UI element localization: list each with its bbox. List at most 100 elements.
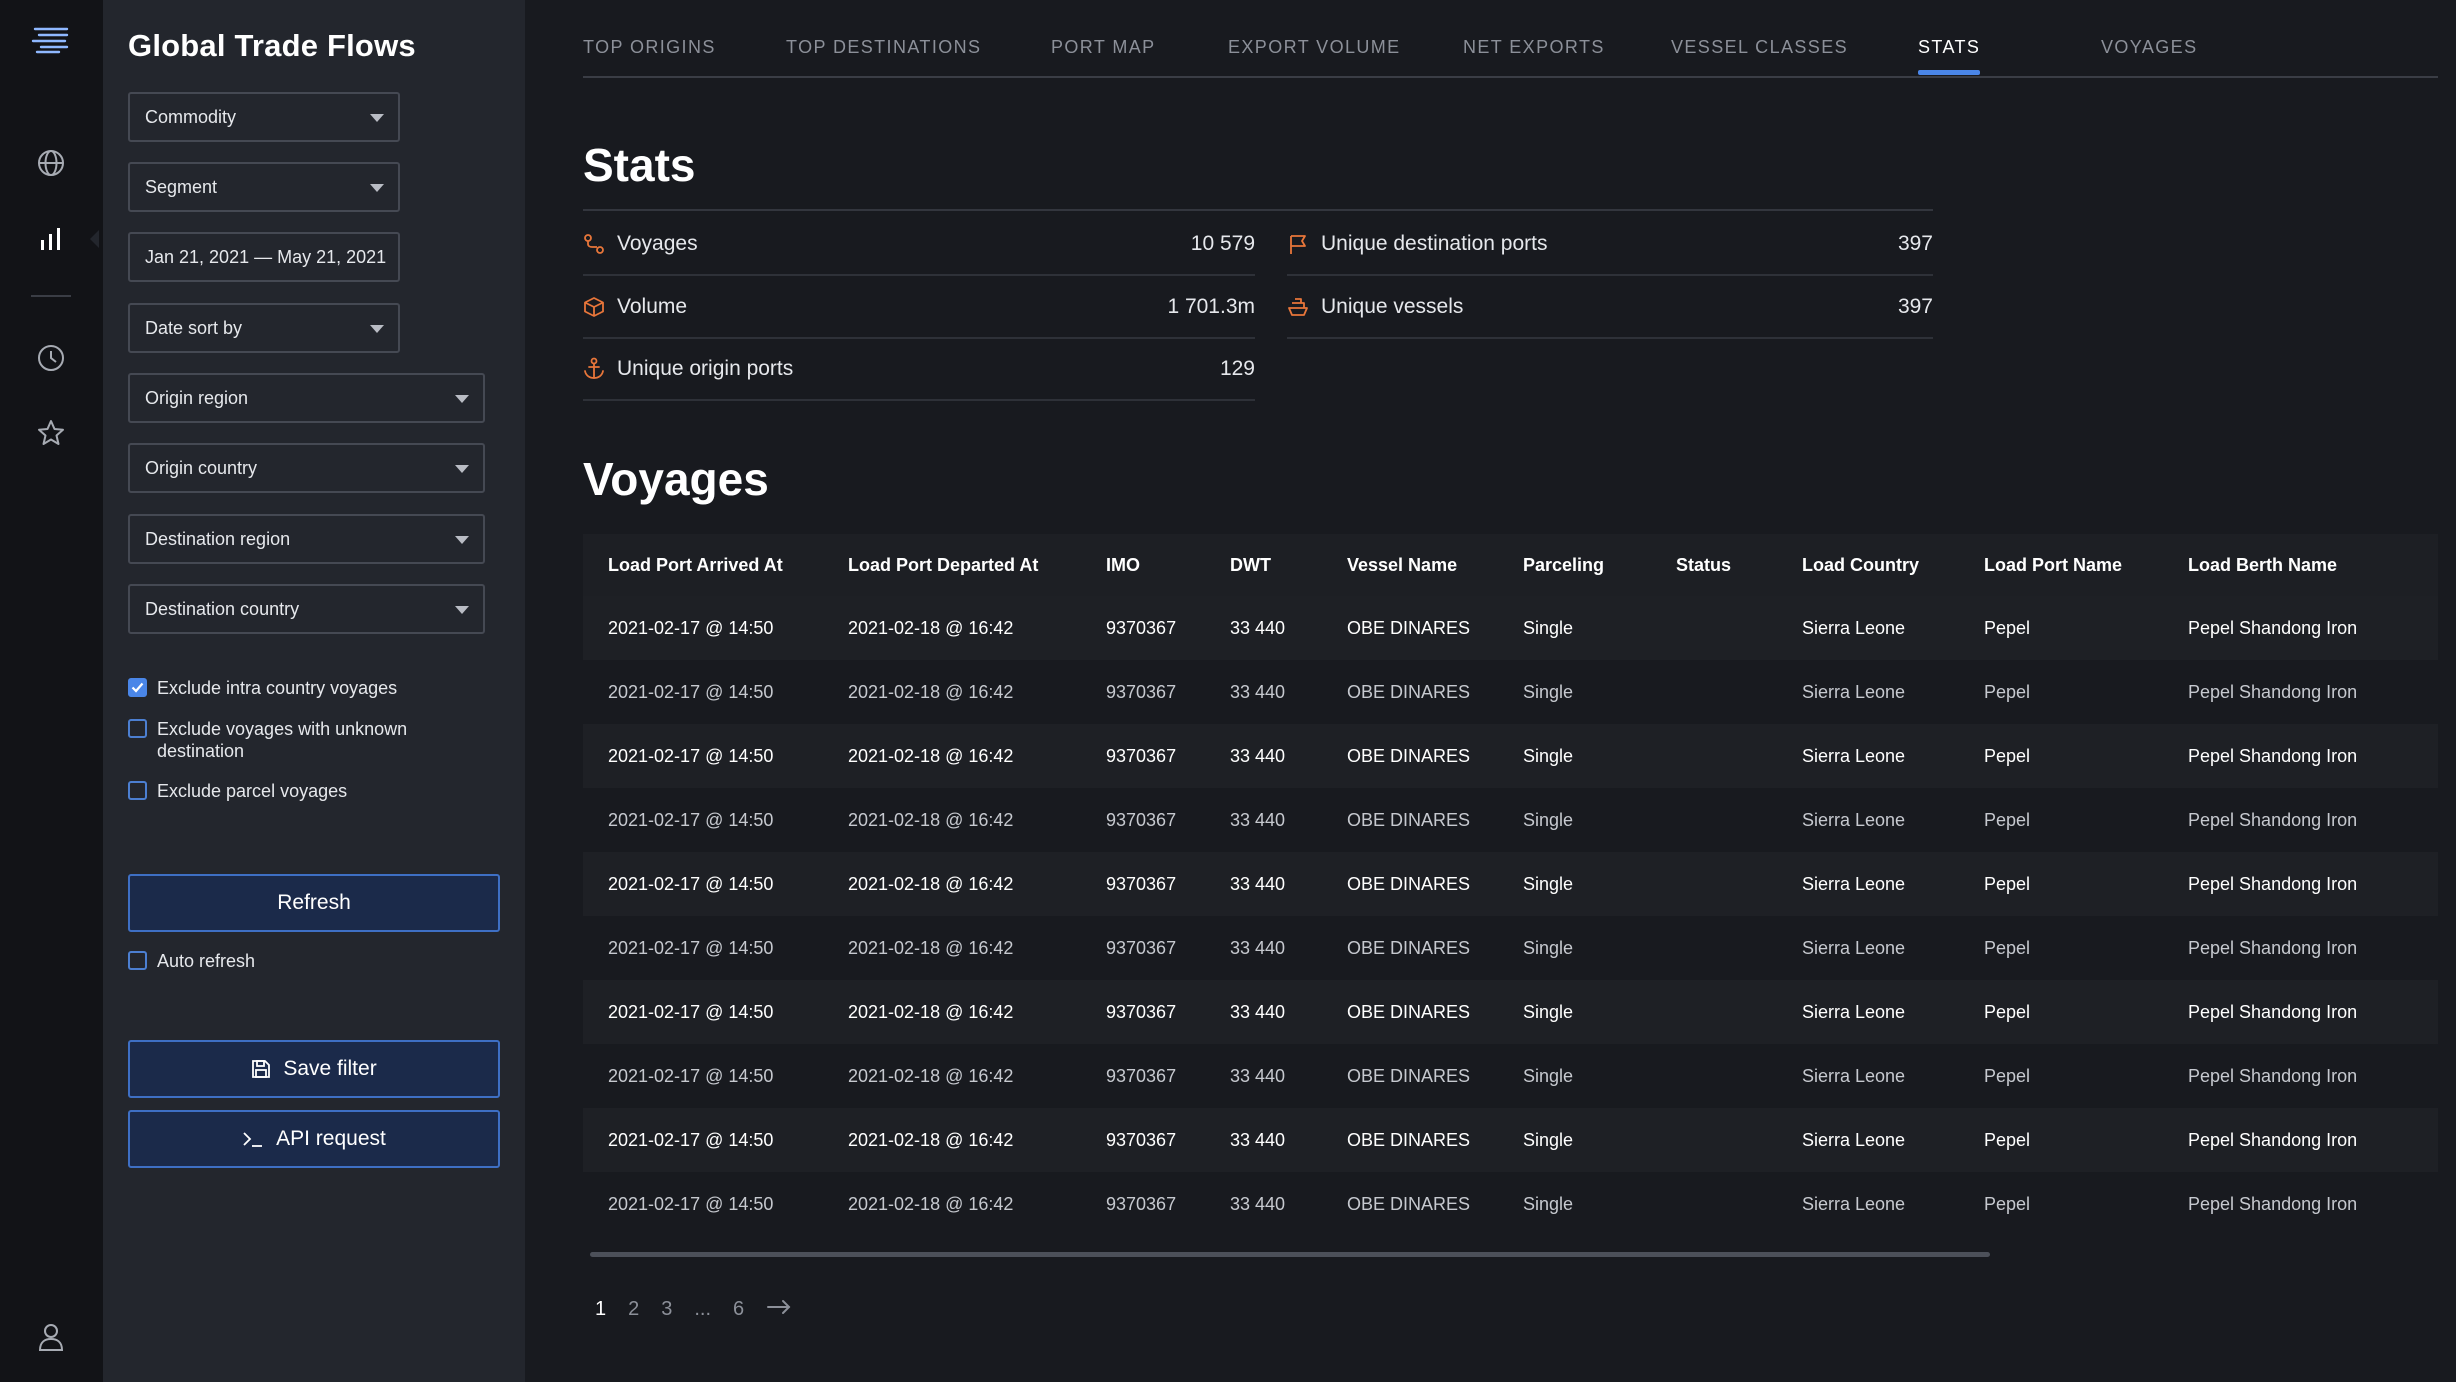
cell-load-berth-name: Pepel Shandong Iron: [2188, 1001, 2358, 1022]
exclude-unknown-destination-checkbox[interactable]: Exclude voyages with unknown destination: [128, 718, 458, 762]
date-sort-label: Date sort by: [145, 317, 243, 338]
destination-country-select[interactable]: Destination country: [128, 584, 485, 634]
origin-region-select[interactable]: Origin region: [128, 373, 485, 423]
exclude-parcel-checkbox[interactable]: Exclude parcel voyages: [128, 780, 347, 802]
destination-region-label: Destination region: [145, 528, 291, 549]
checkbox-checked-icon[interactable]: [128, 678, 147, 697]
stat-unique-origin-ports: Unique origin ports 129: [583, 339, 1255, 401]
cell-parceling: Single: [1523, 1001, 1574, 1022]
page-link-2[interactable]: 2: [628, 1298, 639, 1321]
cell-load-berth-name: Pepel Shandong Iron: [2188, 873, 2358, 894]
cell-load-berth-name: Pepel Shandong Iron: [2188, 937, 2358, 958]
segment-select[interactable]: Segment: [128, 162, 400, 212]
checkbox-icon[interactable]: [128, 719, 147, 738]
page-link-1[interactable]: 1: [595, 1298, 606, 1321]
bar-chart-icon[interactable]: [30, 218, 72, 260]
cell-vessel-name: OBE DINARES: [1347, 1001, 1471, 1022]
column-header[interactable]: Load Port Arrived At: [608, 534, 783, 596]
chevron-down-icon: [455, 536, 469, 544]
cell-load-port-name: Pepel: [1984, 809, 2031, 830]
cell-vessel-name: OBE DINARES: [1347, 617, 1471, 638]
column-header[interactable]: Load Port Name: [1984, 534, 2122, 596]
cell-departed-at: 2021-02-18 @ 16:42: [848, 937, 1014, 958]
table-row[interactable]: 2021-02-17 @ 14:50 2021-02-18 @ 16:42 9370…: [583, 724, 2438, 788]
cell-imo: 9370367: [1106, 1065, 1177, 1086]
save-filter-label: Save filter: [283, 1057, 377, 1080]
cell-arrived-at: 2021-02-17 @ 14:50: [608, 681, 774, 702]
tab-port-map[interactable]: PORT MAP: [1051, 37, 1156, 58]
globe-icon[interactable]: [30, 142, 72, 184]
table-row[interactable]: 2021-02-17 @ 14:50 2021-02-18 @ 16:42 9370…: [583, 1044, 2438, 1108]
cell-load-country: Sierra Leone: [1802, 681, 1906, 702]
commodity-select[interactable]: Commodity: [128, 92, 400, 142]
cell-vessel-name: OBE DINARES: [1347, 873, 1471, 894]
table-row[interactable]: 2021-02-17 @ 14:50 2021-02-18 @ 16:42 9370…: [583, 852, 2438, 916]
horizontal-scrollbar[interactable]: [590, 1252, 1990, 1257]
box-icon: [583, 296, 617, 318]
logo-waves-icon[interactable]: [30, 18, 72, 60]
table-row[interactable]: 2021-02-17 @ 14:50 2021-02-18 @ 16:42 9370…: [583, 660, 2438, 724]
voyages-heading: Voyages: [583, 453, 769, 505]
tab-voyages[interactable]: VOYAGES: [2101, 37, 2198, 58]
cell-load-country: Sierra Leone: [1802, 617, 1906, 638]
cell-imo: 9370367: [1106, 1193, 1177, 1214]
save-filter-button[interactable]: Save filter: [128, 1040, 500, 1098]
cell-arrived-at: 2021-02-17 @ 14:50: [608, 873, 774, 894]
origin-country-select[interactable]: Origin country: [128, 443, 485, 493]
tab-top-destinations[interactable]: TOP DESTINATIONS: [786, 37, 981, 58]
destination-region-select[interactable]: Destination region: [128, 514, 485, 564]
cell-parceling: Single: [1523, 873, 1574, 894]
column-header[interactable]: Load Berth Name: [2188, 534, 2337, 596]
tab-export-volume[interactable]: EXPORT VOLUME: [1228, 37, 1401, 58]
checkbox-icon[interactable]: [128, 951, 147, 970]
cell-load-port-name: Pepel: [1984, 1129, 2031, 1150]
table-row[interactable]: 2021-02-17 @ 14:50 2021-02-18 @ 16:42 9370…: [583, 1108, 2438, 1172]
cell-imo: 9370367: [1106, 937, 1177, 958]
clock-icon[interactable]: [30, 337, 72, 379]
cell-arrived-at: 2021-02-17 @ 14:50: [608, 1001, 774, 1022]
panel-title: Global Trade Flows: [128, 28, 416, 63]
column-header[interactable]: DWT: [1230, 534, 1271, 596]
main-content: TOP ORIGINS TOP DESTINATIONS PORT MAP EX…: [525, 0, 2456, 1382]
table-row[interactable]: 2021-02-17 @ 14:50 2021-02-18 @ 16:42 9370…: [583, 1172, 2438, 1236]
api-request-button[interactable]: API request: [128, 1110, 500, 1168]
column-header[interactable]: Status: [1676, 534, 1731, 596]
stats-heading: Stats: [583, 139, 696, 191]
checkbox-icon[interactable]: [128, 781, 147, 800]
page-link-6[interactable]: 6: [733, 1298, 744, 1321]
tab-stats[interactable]: STATS: [1918, 37, 1981, 75]
tab-vessel-classes[interactable]: VESSEL CLASSES: [1671, 37, 1848, 58]
ship-icon: [1287, 296, 1321, 318]
cell-arrived-at: 2021-02-17 @ 14:50: [608, 1129, 774, 1150]
table-row[interactable]: 2021-02-17 @ 14:50 2021-02-18 @ 16:42 9370…: [583, 980, 2438, 1044]
cell-load-port-name: Pepel: [1984, 1193, 2031, 1214]
chevron-down-icon: [455, 606, 469, 614]
cell-parceling: Single: [1523, 1065, 1574, 1086]
cell-parceling: Single: [1523, 745, 1574, 766]
tab-top-origins[interactable]: TOP ORIGINS: [583, 37, 716, 58]
auto-refresh-checkbox[interactable]: Auto refresh: [128, 950, 255, 972]
column-header[interactable]: Parceling: [1523, 534, 1604, 596]
table-row[interactable]: 2021-02-17 @ 14:50 2021-02-18 @ 16:42 9370…: [583, 916, 2438, 980]
exclude-intra-country-checkbox[interactable]: Exclude intra country voyages: [128, 677, 397, 699]
user-icon[interactable]: [30, 1316, 72, 1358]
column-header[interactable]: Load Country: [1802, 534, 1919, 596]
column-header[interactable]: Vessel Name: [1347, 534, 1457, 596]
page-link-3[interactable]: 3: [661, 1298, 672, 1321]
table-row[interactable]: 2021-02-17 @ 14:50 2021-02-18 @ 16:42 9370…: [583, 596, 2438, 660]
star-icon[interactable]: [30, 412, 72, 454]
arrow-right-icon[interactable]: [766, 1298, 792, 1321]
date-range-picker[interactable]: Jan 21, 2021 — May 21, 2021: [128, 232, 400, 282]
cell-vessel-name: OBE DINARES: [1347, 1193, 1471, 1214]
tab-net-exports[interactable]: NET EXPORTS: [1463, 37, 1605, 58]
column-header[interactable]: Load Port Departed At: [848, 534, 1038, 596]
table-row[interactable]: 2021-02-17 @ 14:50 2021-02-18 @ 16:42 9370…: [583, 788, 2438, 852]
column-header[interactable]: IMO: [1106, 534, 1140, 596]
cell-load-country: Sierra Leone: [1802, 745, 1906, 766]
origin-region-label: Origin region: [145, 387, 249, 408]
date-sort-select[interactable]: Date sort by: [128, 303, 400, 353]
cell-load-port-name: Pepel: [1984, 681, 2031, 702]
cell-departed-at: 2021-02-18 @ 16:42: [848, 617, 1014, 638]
refresh-button[interactable]: Refresh: [128, 874, 500, 932]
stat-unique-destination-ports-value: 397: [1897, 232, 1933, 255]
